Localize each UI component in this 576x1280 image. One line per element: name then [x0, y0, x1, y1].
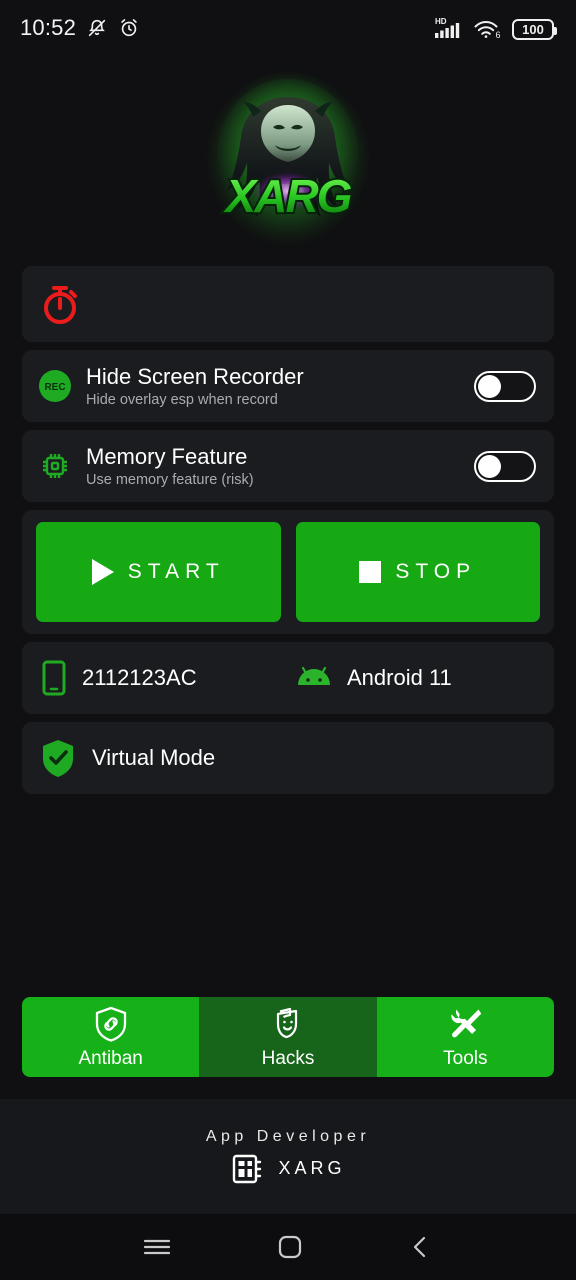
- device-os-version: Android 11: [347, 665, 452, 690]
- wifi-6-icon: 6: [473, 16, 503, 40]
- status-bar-left: 10:52: [20, 15, 140, 41]
- row-title: Hide Screen Recorder: [86, 363, 304, 389]
- tab-antiban-label: Antiban: [78, 1047, 143, 1069]
- toggle-memory-feature[interactable]: [474, 450, 536, 482]
- timer-card[interactable]: [22, 266, 554, 342]
- status-bar: 10:52 HD 6 100: [0, 0, 576, 56]
- row-subtitle: Use memory feature (risk): [86, 472, 254, 489]
- device-model-group: 2112123AC: [40, 659, 295, 697]
- status-time: 10:52: [20, 15, 77, 40]
- svg-text:HD: HD: [435, 17, 447, 26]
- row-hide-screen-recorder[interactable]: REC Hide Screen Recorder Hide overlay es…: [22, 350, 554, 422]
- tab-antiban[interactable]: Antiban: [22, 997, 200, 1077]
- row-title: Memory Feature: [86, 443, 248, 469]
- tab-tools-label: Tools: [443, 1047, 488, 1069]
- home-square-icon[interactable]: [277, 1234, 303, 1260]
- row-memory-feature[interactable]: Memory Feature Use memory feature (risk): [22, 430, 554, 502]
- app-logo-area: XARG: [0, 56, 576, 266]
- shield-link-icon: [94, 1005, 128, 1043]
- device-info-card: 2112123AC Android 11: [22, 642, 554, 714]
- row-texts: Memory Feature Use memory feature (risk): [86, 444, 460, 488]
- action-buttons-card: START STOP: [22, 510, 554, 634]
- tab-hacks-label: Hacks: [261, 1047, 315, 1069]
- row-texts: Hide Screen Recorder Hide overlay esp wh…: [86, 364, 460, 408]
- android-icon: [295, 665, 333, 691]
- start-button[interactable]: START: [36, 522, 281, 622]
- toggle-knob: [478, 454, 501, 478]
- row-subtitle: Hide overlay esp when record: [86, 392, 278, 409]
- virtual-mode-label: Virtual Mode: [92, 745, 216, 770]
- battery-icon: 100: [512, 19, 557, 40]
- shield-check-icon: [40, 738, 76, 778]
- stopwatch-icon: [40, 281, 82, 327]
- virtual-mode-card[interactable]: Virtual Mode: [22, 722, 554, 794]
- xarg-logo: XARG: [203, 71, 373, 251]
- footer-developer-name: XARG: [278, 1158, 346, 1178]
- stop-square-icon: [359, 561, 382, 583]
- svg-text:REC: REC: [44, 382, 65, 393]
- app-screen: 10:52 HD 6 100 XARG REC Hide Screen Reco…: [0, 0, 576, 1280]
- svg-text:6: 6: [496, 30, 501, 40]
- menu-icon[interactable]: [142, 1235, 172, 1259]
- footer-title: App Developer: [205, 1127, 371, 1145]
- footer: App Developer XARG: [0, 1099, 576, 1214]
- tab-tools[interactable]: Tools: [376, 997, 554, 1077]
- smartphone-icon: [40, 659, 68, 697]
- footer-developer: XARG: [230, 1152, 345, 1186]
- alarm-clock-icon: [118, 17, 140, 39]
- logo-artwork: XARG: [218, 79, 358, 227]
- toggle-knob: [478, 374, 501, 398]
- back-chevron-icon[interactable]: [408, 1234, 434, 1260]
- rec-icon: REC: [38, 369, 72, 403]
- stop-button-label: STOP: [395, 560, 477, 583]
- tools-icon: [447, 1005, 483, 1043]
- device-model: 2112123AC: [82, 665, 197, 690]
- mute-bell-icon: [86, 17, 108, 39]
- tab-hacks[interactable]: Hacks: [199, 997, 377, 1077]
- logo-wordmark: XARG: [223, 170, 352, 222]
- chip-grid-icon: [230, 1152, 264, 1186]
- start-button-label: START: [127, 560, 225, 583]
- main-content: REC Hide Screen Recorder Hide overlay es…: [0, 266, 576, 1099]
- battery-level: 100: [522, 22, 544, 37]
- stop-button[interactable]: STOP: [295, 522, 540, 622]
- status-bar-right: HD 6 100: [434, 16, 557, 40]
- play-icon: [91, 559, 114, 585]
- theater-masks-icon: [271, 1005, 305, 1043]
- cpu-chip-icon: [38, 449, 72, 483]
- device-os-group: Android 11: [295, 665, 452, 691]
- bottom-tab-bar: Antiban Hacks Tools: [22, 997, 554, 1077]
- toggle-hide-screen-recorder[interactable]: [474, 370, 536, 402]
- signal-hd-icon: HD: [434, 16, 464, 40]
- android-nav-bar: [0, 1214, 576, 1280]
